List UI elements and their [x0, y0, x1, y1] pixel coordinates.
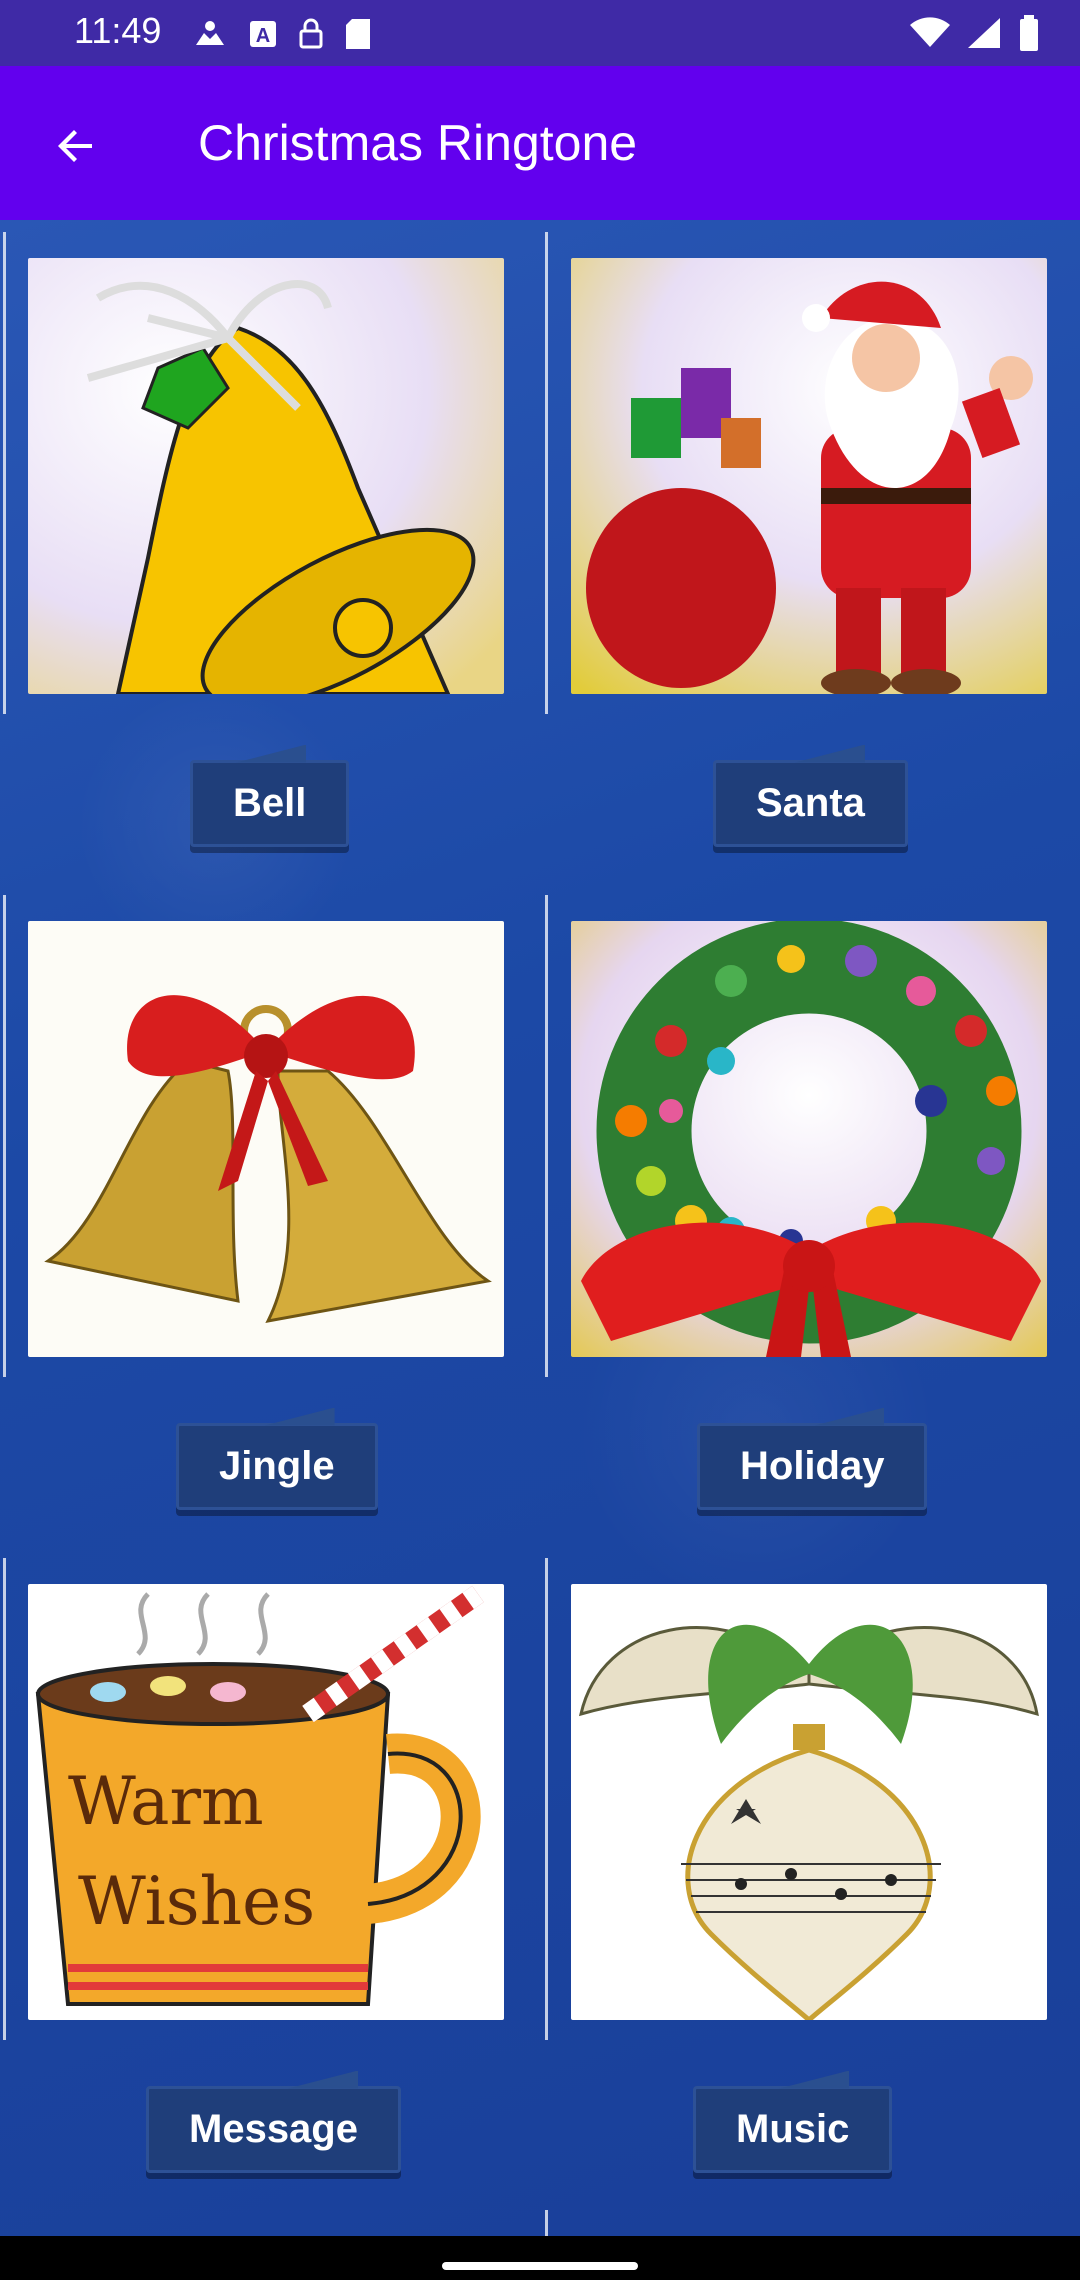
- ringtone-item-message[interactable]: Warm Wishes Message: [0, 1546, 540, 2209]
- thumb-warm-text: Warm: [68, 1763, 264, 1840]
- ringtone-grid: Bell Santa Jingle Holiday Warm Wishes Me…: [0, 220, 1080, 2236]
- cellular-signal-icon: [968, 18, 1000, 48]
- arrow-back-icon: [58, 130, 92, 162]
- ringtone-label: Santa: [756, 780, 865, 825]
- holiday-image[interactable]: [571, 921, 1047, 1357]
- wifi-icon: [910, 17, 950, 47]
- wreath-illustration: [571, 921, 1047, 1357]
- bell-image[interactable]: [28, 258, 504, 694]
- system-icons: [910, 14, 1040, 52]
- ringtone-item-music[interactable]: Music: [543, 1546, 1080, 2209]
- ringtone-item-jingle[interactable]: Jingle: [0, 883, 540, 1546]
- ringtone-item-bell[interactable]: Bell: [0, 220, 540, 883]
- navigation-bar: [0, 2236, 1080, 2280]
- battery-icon: [1020, 15, 1038, 51]
- bell-button[interactable]: Bell: [190, 750, 350, 856]
- app-bar: Christmas Ringtone: [0, 66, 1080, 220]
- ringtone-label: Music: [736, 2106, 850, 2151]
- ringtone-label: Message: [189, 2106, 358, 2151]
- santa-illustration: [571, 258, 1047, 694]
- notification-icons: A: [190, 16, 372, 52]
- holiday-button[interactable]: Holiday: [697, 1413, 928, 1519]
- message-image[interactable]: Warm Wishes: [28, 1584, 504, 2020]
- home-gesture-handle[interactable]: [442, 2262, 638, 2270]
- ringtone-item-santa[interactable]: Santa: [543, 220, 1080, 883]
- page-title: Christmas Ringtone: [198, 115, 638, 171]
- status-bar: 11:49 A: [0, 0, 1080, 66]
- bell-illustration: [28, 258, 504, 694]
- grid-divider: [545, 2210, 548, 2236]
- ringtone-label: Bell: [233, 780, 307, 825]
- message-button[interactable]: Message: [146, 2076, 401, 2182]
- music-image[interactable]: [571, 1584, 1047, 2020]
- jingle-button[interactable]: Jingle: [176, 1413, 378, 1519]
- sd-card-icon: [346, 19, 370, 49]
- jingle-bells-illustration: [28, 921, 504, 1357]
- santa-button[interactable]: Santa: [713, 750, 908, 856]
- music-button[interactable]: Music: [693, 2076, 893, 2182]
- thumb-wishes-text: Wishes: [78, 1863, 315, 1940]
- lock-icon: [299, 18, 323, 49]
- back-button[interactable]: [36, 106, 116, 186]
- ringtone-item-holiday[interactable]: Holiday: [543, 883, 1080, 1546]
- text-a-icon: A: [250, 21, 276, 47]
- network-sharing-icon: [196, 21, 224, 45]
- svg-text:A: A: [256, 25, 270, 47]
- ringtone-label: Jingle: [219, 1443, 335, 1488]
- santa-image[interactable]: [571, 258, 1047, 694]
- jingle-image[interactable]: [28, 921, 504, 1357]
- warm-wishes-mug-illustration: Warm Wishes: [28, 1584, 504, 2020]
- ringtone-label: Holiday: [740, 1443, 885, 1488]
- music-ornament-illustration: [571, 1584, 1047, 2020]
- status-time: 11:49: [74, 10, 162, 51]
